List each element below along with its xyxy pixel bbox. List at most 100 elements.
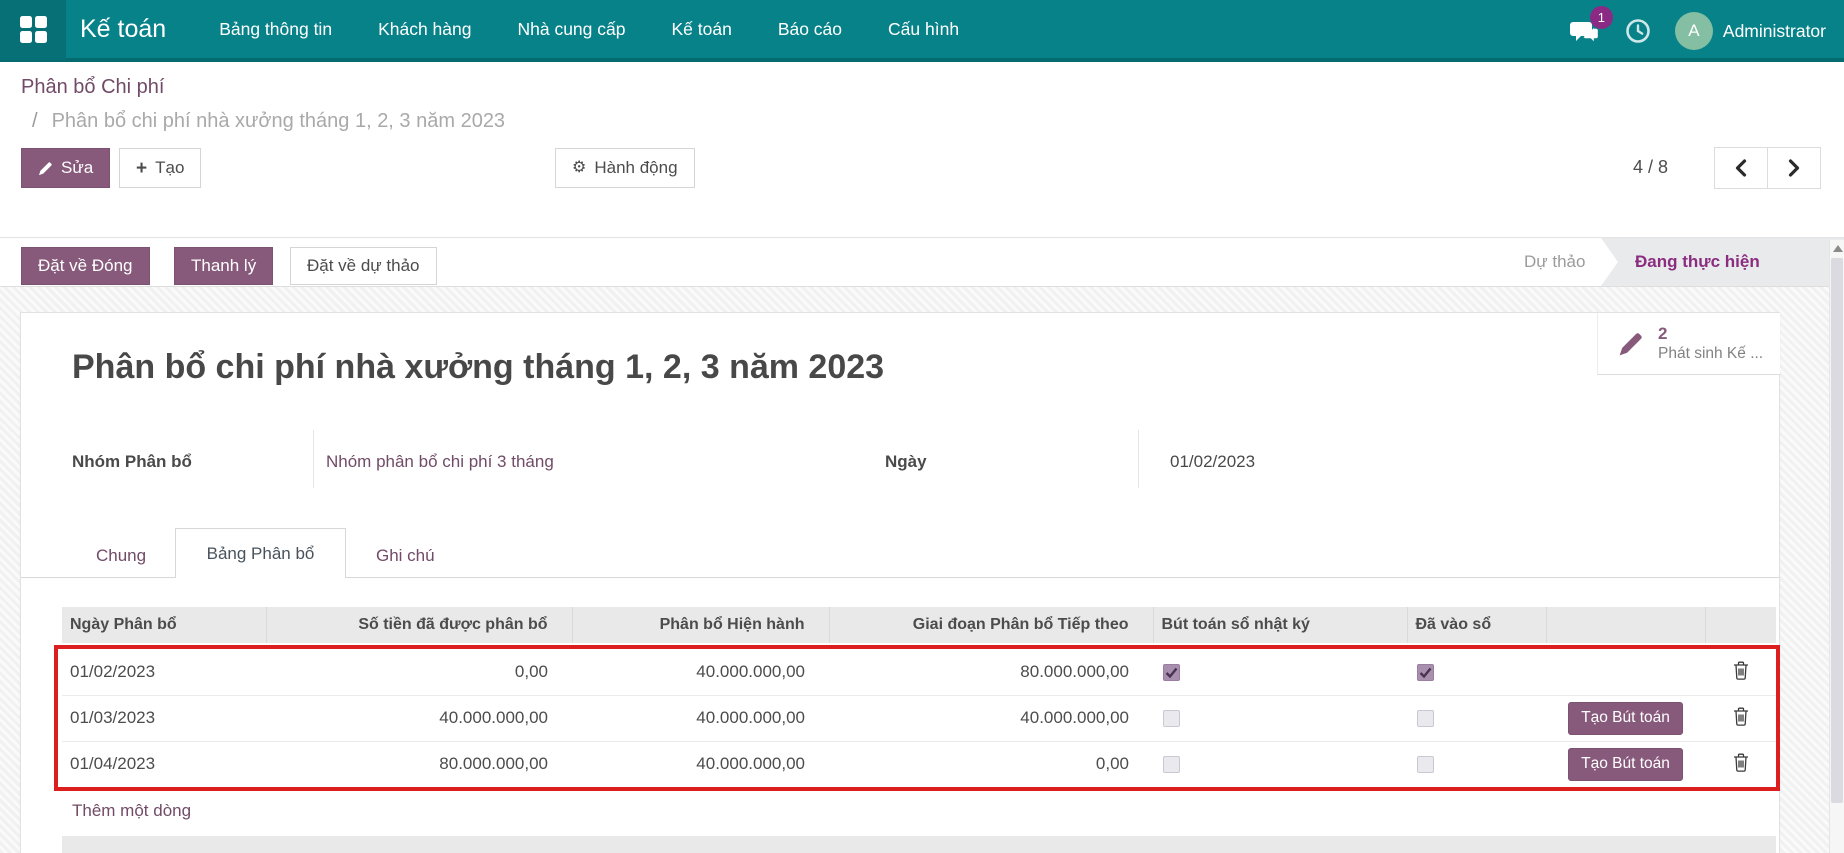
main-menu: Bảng thông tin Khách hàng Nhà cung cấp K… [196, 0, 982, 58]
tab-general[interactable]: Chung [96, 546, 146, 566]
table-row[interactable]: 01/04/2023 80.000.000,00 40.000.000,00 0… [62, 741, 1776, 787]
col-header-next: Giai đoạn Phân bổ Tiếp theo [828, 607, 1153, 643]
delete-row-button[interactable] [1731, 751, 1751, 777]
top-navbar: Kế toán Bảng thông tin Khách hàng Nhà cu… [0, 0, 1844, 62]
table-row[interactable]: 01/02/2023 0,00 40.000.000,00 80.000.000… [62, 649, 1776, 696]
cell-allocated: 40.000.000,00 [266, 695, 572, 742]
state-draft[interactable]: Dự thảo [1524, 252, 1585, 272]
cell-next: 0,00 [829, 741, 1153, 787]
action-menu-button[interactable]: ⚙ Hành động [555, 148, 695, 188]
smart-button-label: Phát sinh Kế ... [1658, 345, 1764, 363]
menu-accounting[interactable]: Kế toán [648, 0, 754, 58]
apps-menu-button[interactable] [0, 0, 66, 60]
posted-checkbox[interactable] [1417, 756, 1434, 774]
chevron-right-icon [1788, 159, 1800, 177]
menu-configuration[interactable]: Cấu hình [865, 0, 982, 58]
message-count-badge: 1 [1589, 6, 1613, 29]
pager-counter: 4 / 8 [1633, 157, 1669, 177]
menu-dashboard[interactable]: Bảng thông tin [196, 0, 355, 58]
allocation-table-header: Ngày Phân bổ Số tiền đã được phân bổ Phâ… [62, 607, 1776, 643]
table-row[interactable]: 01/03/2023 40.000.000,00 40.000.000,00 4… [62, 695, 1776, 742]
state-running[interactable]: Đang thực hiện [1601, 238, 1844, 286]
cell-current: 40.000.000,00 [572, 649, 829, 696]
add-line-link[interactable]: Thêm một dòng [72, 801, 191, 821]
smart-button-count: 2 [1658, 324, 1668, 344]
tab-allocation-table[interactable]: Bảng Phân bổ [175, 528, 346, 578]
pager-previous-button[interactable] [1714, 147, 1768, 189]
cell-current: 40.000.000,00 [572, 741, 829, 787]
check-icon [1165, 667, 1178, 679]
cell-next: 80.000.000,00 [829, 649, 1153, 696]
scrollbar-thumb[interactable] [1831, 258, 1843, 803]
posted-checkbox[interactable] [1417, 663, 1434, 681]
cell-current: 40.000.000,00 [572, 695, 829, 742]
journal-entry-checkbox[interactable] [1163, 663, 1180, 681]
chevron-left-icon [1735, 159, 1747, 177]
tab-notes[interactable]: Ghi chú [376, 546, 435, 566]
record-title: Phân bổ chi phí nhà xưởng tháng 1, 2, 3 … [72, 348, 885, 386]
vertical-scrollbar[interactable] [1829, 240, 1844, 853]
journal-entry-checkbox[interactable] [1163, 756, 1180, 774]
form-statusbar: Đặt về Đóng Thanh lý Đặt về dự thảo Dự t… [0, 238, 1844, 287]
next-section-strip [62, 836, 1776, 853]
allocation-table-body: 01/02/2023 0,00 40.000.000,00 80.000.000… [62, 649, 1776, 787]
user-name: Administrator [1722, 20, 1826, 41]
col-header-action [1545, 607, 1705, 643]
set-to-closed-button[interactable]: Đặt về Đóng [21, 247, 150, 285]
apps-grid-icon [19, 15, 47, 43]
breadcrumb-separator: / [32, 110, 38, 132]
menu-vendors[interactable]: Nhà cung cấp [494, 0, 648, 58]
field-separator [313, 430, 314, 488]
user-menu[interactable]: A Administrator [1674, 12, 1826, 50]
allocation-group-label: Nhóm Phân bổ [72, 452, 192, 471]
trash-icon [1733, 661, 1748, 680]
create-button[interactable]: + Tạo [119, 148, 202, 188]
breadcrumb-current: / Phân bổ chi phí nhà xưởng tháng 1, 2, 3… [32, 110, 506, 132]
posted-checkbox[interactable] [1417, 710, 1434, 728]
trash-icon [1733, 707, 1748, 726]
create-entry-button[interactable]: Tạo Bút toán [1568, 701, 1683, 735]
activity-clock-icon[interactable] [1625, 18, 1651, 44]
pencil-icon [38, 161, 52, 175]
menu-reports[interactable]: Báo cáo [755, 0, 865, 58]
col-header-journal-entry: Bút toán sổ nhật ký [1152, 607, 1407, 643]
breadcrumb-parent[interactable]: Phân bổ Chi phí [21, 76, 164, 99]
journal-entry-checkbox[interactable] [1163, 710, 1180, 728]
cell-date: 01/04/2023 [62, 741, 266, 787]
gear-icon: ⚙ [572, 159, 587, 176]
cell-date: 01/03/2023 [62, 695, 266, 742]
control-panel: Phân bổ Chi phí / Phân bổ chi phí nhà xưở… [0, 66, 1844, 238]
liquidate-button[interactable]: Thanh lý [174, 247, 274, 285]
col-header-posted: Đã vào sổ [1406, 607, 1546, 643]
cell-allocated: 80.000.000,00 [266, 741, 572, 787]
delete-row-button[interactable] [1731, 705, 1751, 731]
date-label: Ngày [885, 452, 927, 471]
pager-next-button[interactable] [1768, 147, 1821, 189]
edit-button[interactable]: Sửa [21, 148, 111, 188]
app-name[interactable]: Kế toán [80, 15, 166, 44]
pager [1714, 147, 1821, 189]
trash-icon [1733, 753, 1748, 773]
messages-button[interactable]: 1 [1567, 6, 1613, 48]
date-value: 01/02/2023 [1170, 452, 1256, 471]
delete-row-button[interactable] [1731, 659, 1751, 685]
cell-allocated: 0,00 [266, 649, 572, 696]
smart-button-text: 2 Phát sinh Kế ... [1658, 323, 1763, 364]
odoo-screen: Kế toán Bảng thông tin Khách hàng Nhà cu… [0, 0, 1844, 853]
navbar-right: 1 A Administrator [1567, 0, 1826, 62]
scrollbar-up-arrow[interactable] [1833, 245, 1843, 252]
plus-icon: + [136, 157, 148, 179]
menu-customers[interactable]: Khách hàng [355, 0, 494, 58]
create-entry-button[interactable]: Tạo Bút toán [1568, 747, 1683, 781]
col-header-date: Ngày Phân bổ [62, 607, 266, 643]
col-header-current: Phân bổ Hiện hành [571, 607, 829, 643]
col-header-allocated: Số tiền đã được phân bổ [265, 607, 572, 643]
cell-date: 01/02/2023 [62, 649, 266, 696]
avatar: A [1674, 12, 1713, 50]
journal-items-smart-button[interactable]: 2 Phát sinh Kế ... [1597, 313, 1780, 375]
field-separator [1138, 430, 1139, 488]
pencil-icon [1619, 332, 1642, 355]
cell-next: 40.000.000,00 [829, 695, 1153, 742]
set-to-draft-button[interactable]: Đặt về dự thảo [290, 247, 437, 285]
allocation-group-value[interactable]: Nhóm phân bổ chi phí 3 tháng [326, 452, 554, 472]
